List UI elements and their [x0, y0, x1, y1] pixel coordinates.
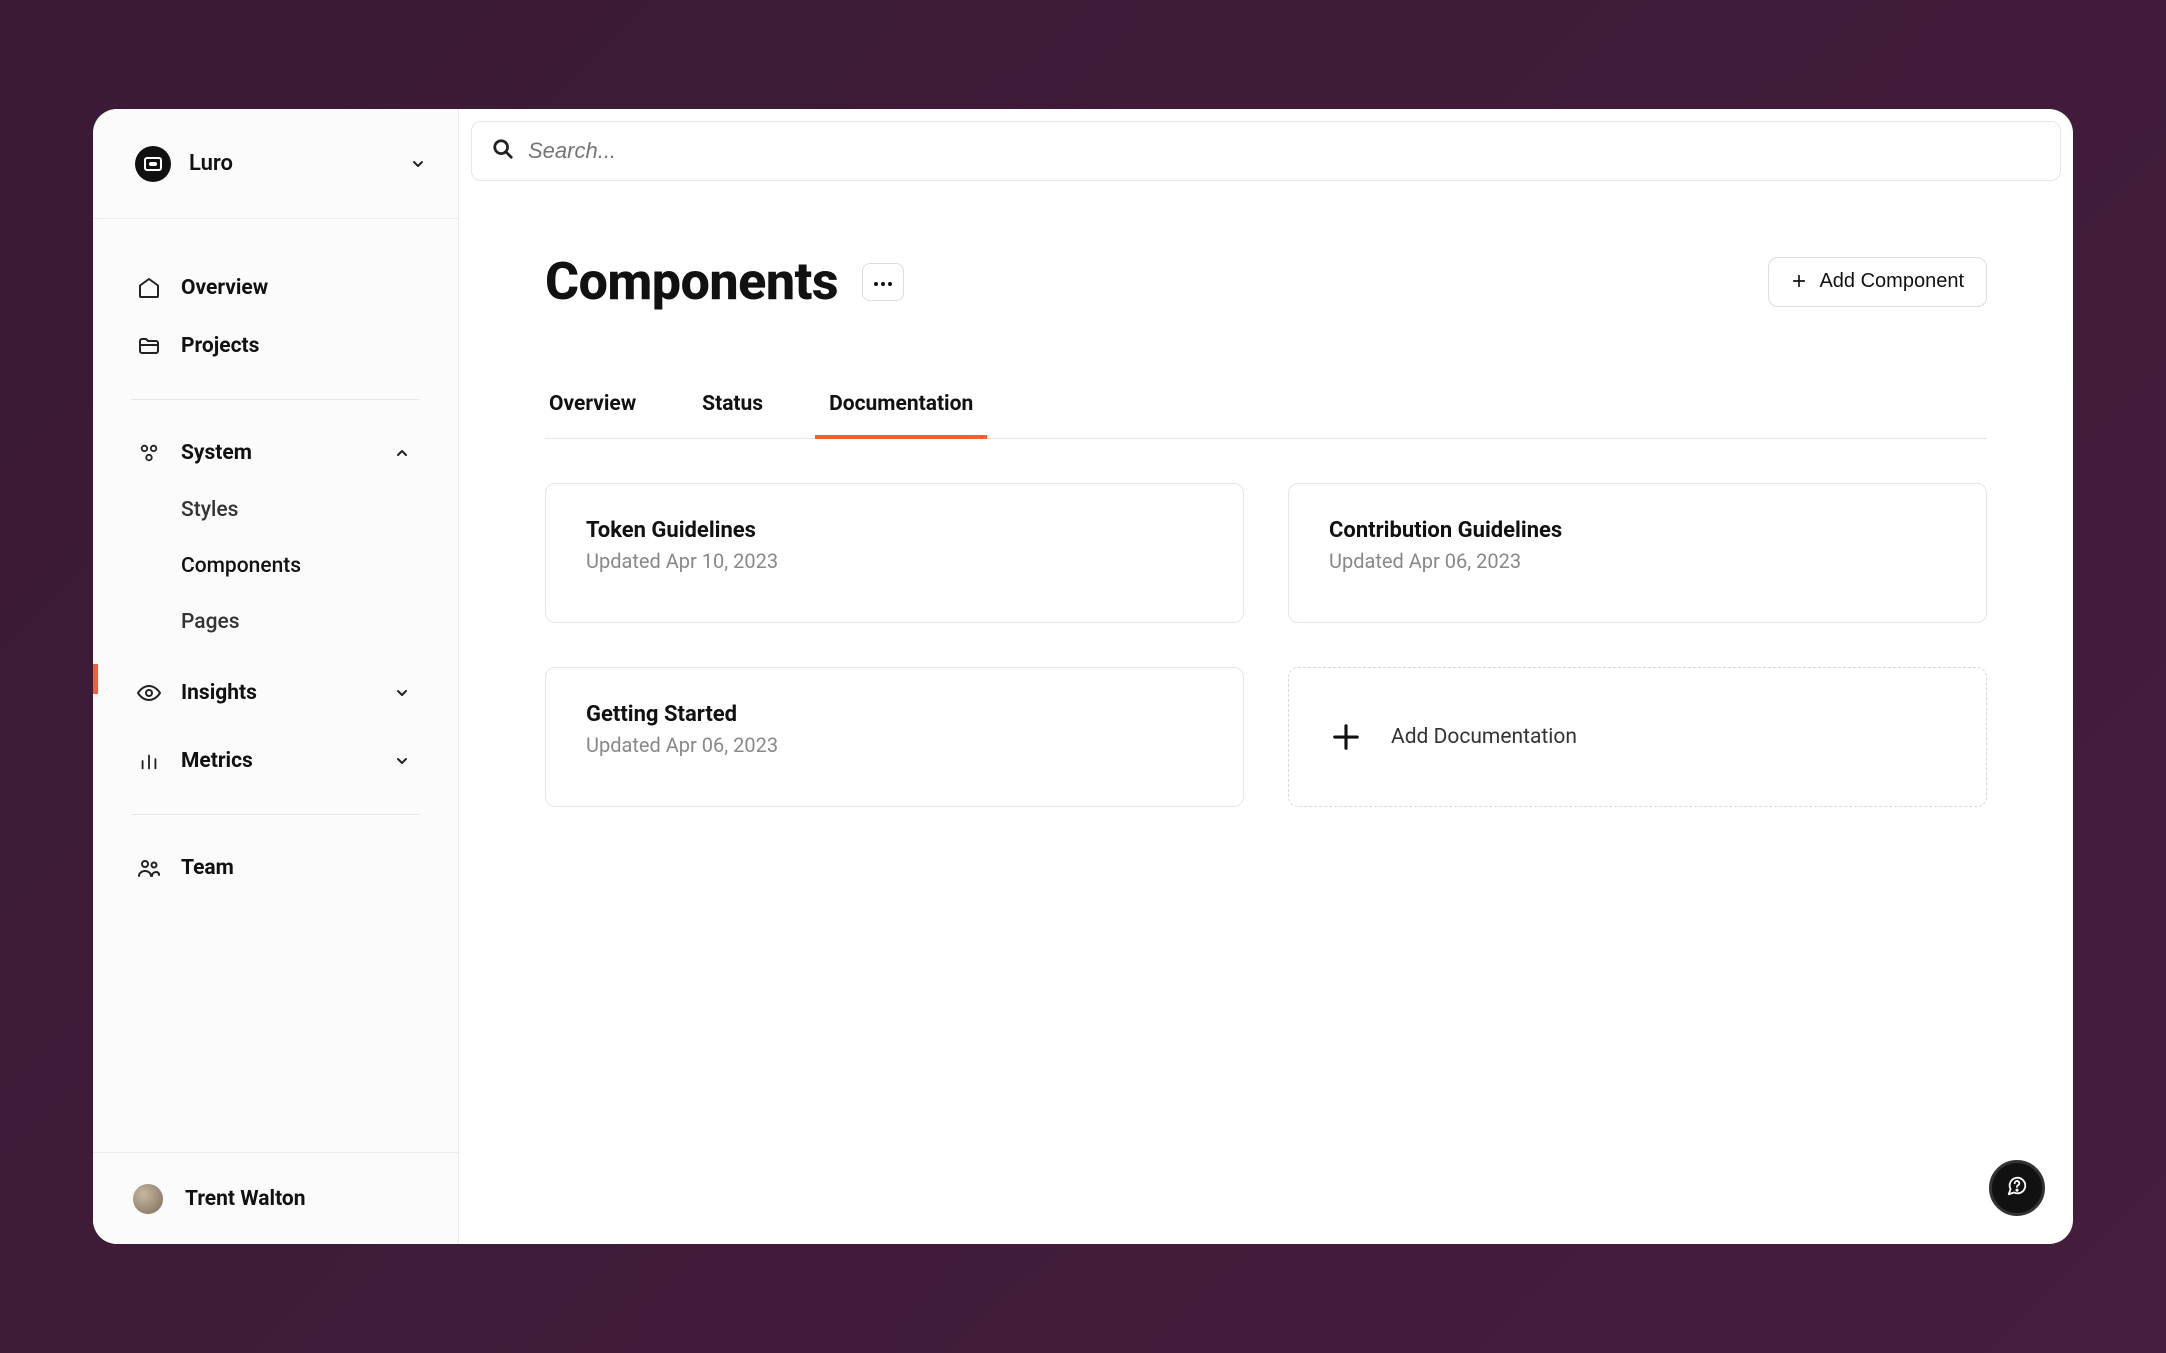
avatar — [133, 1184, 163, 1214]
main: Components Add Component Overview Status — [459, 109, 2073, 1244]
bar-chart-icon — [137, 749, 161, 773]
doc-card[interactable]: Getting Started Updated Apr 06, 2023 — [545, 667, 1244, 807]
sidebar-item-label: Pages — [181, 610, 240, 634]
more-button[interactable] — [862, 263, 904, 301]
sidebar-nav: Overview Projects System — [93, 219, 458, 1152]
doc-title: Getting Started — [586, 702, 1203, 727]
chevron-down-icon — [394, 685, 410, 701]
sidebar-item-overview[interactable]: Overview — [123, 259, 428, 317]
chevron-up-icon — [394, 445, 410, 461]
nav-divider — [131, 814, 420, 815]
add-component-label: Add Component — [1819, 270, 1964, 293]
page-title: Components — [545, 251, 838, 312]
help-button[interactable] — [1989, 1160, 2045, 1216]
doc-updated: Updated Apr 06, 2023 — [1329, 549, 1946, 573]
sidebar-item-insights[interactable]: Insights — [123, 664, 428, 722]
doc-card[interactable]: Contribution Guidelines Updated Apr 06, … — [1288, 483, 1987, 623]
add-component-button[interactable]: Add Component — [1768, 257, 1987, 307]
doc-title: Token Guidelines — [586, 518, 1203, 543]
sidebar-item-components[interactable]: Components — [123, 538, 428, 594]
doc-updated: Updated Apr 06, 2023 — [586, 733, 1203, 757]
tab-status[interactable]: Status — [698, 392, 767, 438]
add-documentation-label: Add Documentation — [1391, 725, 1577, 749]
chevron-down-icon — [410, 156, 426, 172]
sidebar-item-label: Components — [181, 554, 301, 578]
sidebar-item-metrics[interactable]: Metrics — [123, 732, 428, 790]
doc-title: Contribution Guidelines — [1329, 518, 1946, 543]
page-header: Components Add Component — [545, 251, 1987, 312]
sidebar-item-label: Overview — [181, 276, 410, 300]
system-icon — [137, 441, 161, 465]
user-menu[interactable]: Trent Walton — [93, 1152, 458, 1244]
workspace-switcher[interactable]: Luro — [93, 109, 458, 219]
sidebar-item-label: Insights — [181, 681, 394, 705]
content: Components Add Component Overview Status — [459, 181, 2073, 807]
tabs: Overview Status Documentation — [545, 392, 1987, 439]
plus-icon — [1791, 271, 1807, 293]
folder-icon — [137, 334, 161, 358]
help-icon — [2006, 1175, 2028, 1201]
sidebar-item-pages[interactable]: Pages — [123, 594, 428, 650]
search-icon — [492, 138, 514, 164]
sidebar-item-label: Team — [181, 856, 410, 880]
sidebar: Luro Overview Projects — [93, 109, 459, 1244]
sidebar-item-system[interactable]: System — [123, 424, 428, 482]
users-icon — [137, 856, 161, 880]
eye-icon — [137, 681, 161, 705]
add-documentation-card[interactable]: Add Documentation — [1288, 667, 1987, 807]
sidebar-item-label: System — [181, 441, 394, 465]
doc-card[interactable]: Token Guidelines Updated Apr 10, 2023 — [545, 483, 1244, 623]
sidebar-item-projects[interactable]: Projects — [123, 317, 428, 375]
workspace-name: Luro — [189, 151, 410, 176]
chevron-down-icon — [394, 753, 410, 769]
tab-overview[interactable]: Overview — [545, 392, 640, 438]
sidebar-item-team[interactable]: Team — [123, 839, 428, 897]
app-window: Luro Overview Projects — [93, 109, 2073, 1244]
sidebar-item-styles[interactable]: Styles — [123, 482, 428, 538]
sidebar-item-label: Projects — [181, 334, 410, 358]
sidebar-item-label: Styles — [181, 498, 238, 522]
search-input[interactable] — [528, 138, 2040, 164]
nav-divider — [131, 399, 420, 400]
active-nav-indicator — [93, 664, 98, 694]
sidebar-item-label: Metrics — [181, 749, 394, 773]
documentation-grid: Token Guidelines Updated Apr 10, 2023 Co… — [545, 483, 1987, 807]
doc-updated: Updated Apr 10, 2023 — [586, 549, 1203, 573]
workspace-logo — [135, 146, 171, 182]
more-icon — [873, 272, 893, 291]
tab-documentation[interactable]: Documentation — [825, 392, 977, 438]
search-bar[interactable] — [471, 121, 2061, 181]
user-name: Trent Walton — [185, 1187, 306, 1211]
plus-icon — [1329, 720, 1363, 754]
home-icon — [137, 276, 161, 300]
